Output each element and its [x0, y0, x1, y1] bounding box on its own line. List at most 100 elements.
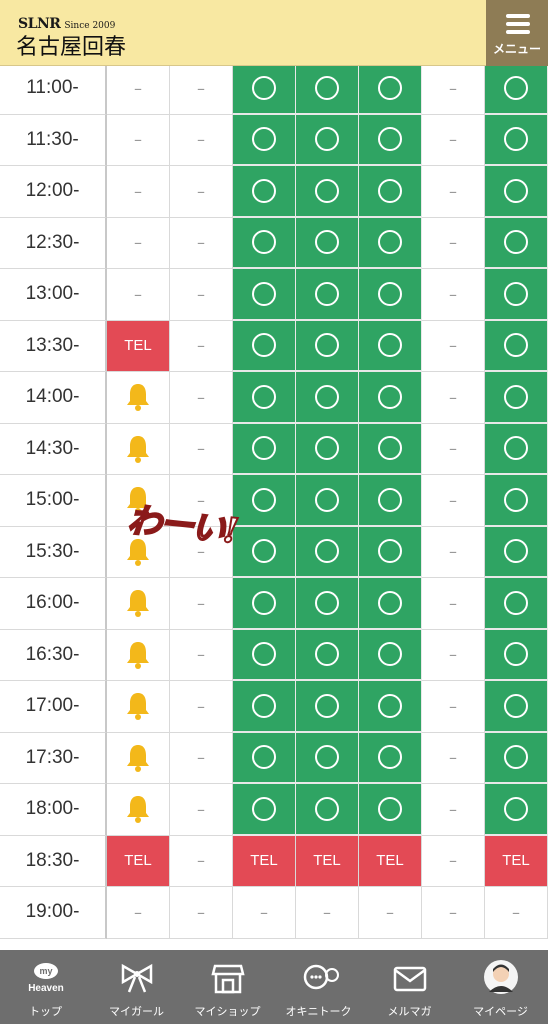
available-slot[interactable]	[485, 372, 548, 424]
nav-item-mail-magazine[interactable]: メルマガ	[364, 950, 455, 1024]
available-slot[interactable]	[485, 423, 548, 475]
menu-button[interactable]: メニュー	[486, 0, 548, 66]
available-slot[interactable]	[359, 629, 422, 681]
tel-slot[interactable]: TEL	[233, 835, 296, 887]
available-slot[interactable]	[233, 166, 296, 218]
available-slot[interactable]	[485, 784, 548, 836]
nav-item-my-page[interactable]: マイページ	[455, 950, 546, 1024]
dash-mark: –	[134, 78, 142, 98]
available-slot[interactable]	[233, 320, 296, 372]
available-slot[interactable]	[233, 578, 296, 630]
available-slot[interactable]	[233, 681, 296, 733]
available-slot[interactable]	[359, 66, 422, 115]
notify-slot[interactable]	[107, 372, 170, 424]
available-slot[interactable]	[233, 66, 296, 115]
avatar-icon	[484, 960, 518, 994]
unavailable-slot: –	[107, 166, 170, 218]
time-slot-label: 11:30-	[0, 114, 107, 166]
available-slot[interactable]	[359, 526, 422, 578]
tel-slot[interactable]: TEL	[359, 835, 422, 887]
notify-slot[interactable]	[107, 629, 170, 681]
available-slot[interactable]	[359, 320, 422, 372]
available-slot[interactable]	[485, 629, 548, 681]
notify-slot[interactable]	[107, 732, 170, 784]
tel-slot[interactable]: TEL	[107, 835, 170, 887]
available-slot[interactable]	[296, 217, 359, 269]
available-slot[interactable]	[296, 681, 359, 733]
available-slot[interactable]	[485, 732, 548, 784]
nav-item-okini-talk[interactable]: オキニトーク	[273, 950, 364, 1024]
available-slot[interactable]	[485, 475, 548, 527]
nav-item-my-girl[interactable]: マイガール	[91, 950, 182, 1024]
available-slot[interactable]	[233, 732, 296, 784]
available-slot[interactable]	[296, 629, 359, 681]
dash-mark: –	[449, 645, 457, 665]
available-slot[interactable]	[296, 784, 359, 836]
available-slot[interactable]	[296, 526, 359, 578]
dash-mark: –	[449, 593, 457, 613]
unavailable-slot: –	[422, 835, 485, 887]
available-circle-icon	[504, 281, 528, 306]
available-slot[interactable]	[233, 269, 296, 321]
available-slot[interactable]	[359, 784, 422, 836]
time-slot-label: 18:00-	[0, 784, 107, 836]
available-slot[interactable]	[296, 269, 359, 321]
unavailable-slot: –	[422, 732, 485, 784]
available-slot[interactable]	[485, 578, 548, 630]
available-slot[interactable]	[359, 372, 422, 424]
available-slot[interactable]	[485, 681, 548, 733]
available-slot[interactable]	[359, 681, 422, 733]
available-slot[interactable]	[233, 784, 296, 836]
available-slot[interactable]	[296, 114, 359, 166]
available-circle-icon	[378, 333, 402, 358]
available-slot[interactable]	[233, 372, 296, 424]
available-slot[interactable]	[485, 66, 548, 115]
notify-slot[interactable]	[107, 681, 170, 733]
available-slot[interactable]	[485, 526, 548, 578]
available-slot[interactable]	[233, 475, 296, 527]
available-slot[interactable]	[296, 166, 359, 218]
tel-slot[interactable]: TEL	[485, 835, 548, 887]
available-slot[interactable]	[296, 578, 359, 630]
bell-icon	[127, 796, 149, 824]
available-slot[interactable]	[233, 526, 296, 578]
available-slot[interactable]	[485, 217, 548, 269]
available-slot[interactable]	[359, 269, 422, 321]
available-slot[interactable]	[485, 320, 548, 372]
available-slot[interactable]	[296, 320, 359, 372]
available-circle-icon	[252, 384, 276, 409]
available-circle-icon	[504, 796, 528, 821]
available-slot[interactable]	[233, 423, 296, 475]
tel-slot[interactable]: TEL	[107, 320, 170, 372]
available-slot[interactable]	[233, 217, 296, 269]
available-circle-icon	[252, 642, 276, 667]
available-circle-icon	[378, 436, 402, 461]
shop-name[interactable]: 名古屋回春	[16, 29, 126, 61]
available-circle-icon	[378, 693, 402, 718]
available-slot[interactable]	[359, 166, 422, 218]
menu-label: メニュー	[492, 42, 541, 56]
notify-slot[interactable]	[107, 784, 170, 836]
tel-slot[interactable]: TEL	[296, 835, 359, 887]
available-slot[interactable]	[485, 114, 548, 166]
available-slot[interactable]	[359, 114, 422, 166]
available-slot[interactable]	[359, 217, 422, 269]
available-slot[interactable]	[296, 423, 359, 475]
available-slot[interactable]	[233, 114, 296, 166]
available-slot[interactable]	[296, 372, 359, 424]
available-slot[interactable]	[296, 732, 359, 784]
available-slot[interactable]	[359, 475, 422, 527]
available-slot[interactable]	[485, 269, 548, 321]
available-slot[interactable]	[233, 629, 296, 681]
available-slot[interactable]	[485, 166, 548, 218]
unavailable-slot: –	[422, 681, 485, 733]
available-slot[interactable]	[359, 578, 422, 630]
available-slot[interactable]	[296, 475, 359, 527]
notify-slot[interactable]	[107, 578, 170, 630]
nav-item-top[interactable]: my Heaven トップ	[0, 950, 91, 1024]
available-slot[interactable]	[359, 423, 422, 475]
nav-item-my-shop[interactable]: マイショップ	[182, 950, 273, 1024]
notify-slot[interactable]	[107, 423, 170, 475]
available-slot[interactable]	[296, 66, 359, 115]
available-slot[interactable]	[359, 732, 422, 784]
